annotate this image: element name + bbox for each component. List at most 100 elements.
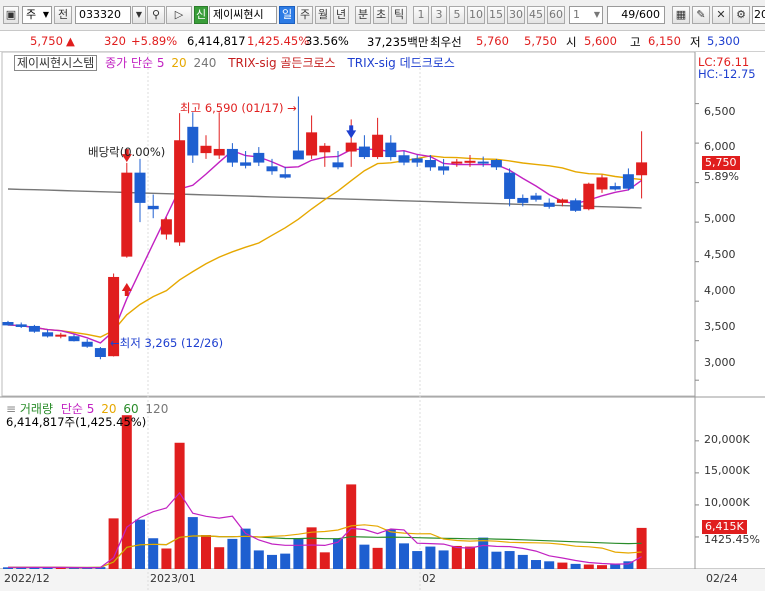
x-label-dec: 2022/12 — [4, 572, 50, 585]
settings-button[interactable]: ⚙ — [732, 6, 750, 24]
interval-5-button[interactable]: 5 — [449, 6, 465, 24]
period-type-select[interactable]: 주 ▼ — [22, 6, 52, 24]
volume-bar — [504, 551, 515, 569]
code-input[interactable]: 033320 — [75, 6, 131, 24]
volume-bar — [280, 553, 291, 569]
high-annotation: 최고 6,590 (01/17) → — [180, 100, 297, 116]
volume-bar — [610, 564, 621, 569]
candle-body — [42, 332, 54, 337]
best-ask: 5,760 — [476, 34, 509, 48]
volume-bar — [531, 560, 541, 569]
speaker-button[interactable]: ▷ — [166, 6, 192, 24]
search-button[interactable]: ⚲ — [147, 6, 165, 24]
candle-body — [240, 162, 252, 166]
candle-body — [28, 325, 40, 332]
price-legend: 제이씨현시스템 종가 단순 5 20 240 TRIX-sig 골든크로스 TR… — [14, 54, 455, 71]
dividend-annotation: 배당락(0.00%) — [88, 145, 166, 159]
candle-body — [385, 142, 397, 158]
candle-body — [464, 160, 476, 163]
candle-body — [517, 197, 529, 203]
period-week-button[interactable]: 주 — [297, 6, 313, 24]
candle-body — [94, 348, 106, 357]
candle-body — [213, 148, 225, 156]
period-year-button[interactable]: 년 — [333, 6, 349, 24]
y-tick-6000: 6,000 — [704, 140, 736, 153]
y-tick-4000: 4,000 — [704, 284, 736, 297]
candle-body — [200, 145, 212, 154]
period-day-button[interactable]: 일 — [279, 6, 295, 24]
turnover: 33.56% — [305, 34, 349, 48]
candle-body — [451, 161, 463, 164]
interval-1-button[interactable]: 1 — [413, 6, 429, 24]
volume-bar — [306, 527, 317, 569]
volume-bar — [121, 415, 132, 569]
legend-golden-cross: TRIX-sig 골든크로스 — [228, 56, 336, 70]
period-tick-button[interactable]: 틱 — [391, 6, 407, 24]
volume-bar — [214, 547, 225, 569]
up-arrow-icon: ▲ — [66, 34, 75, 48]
x-label-end: 02/24 — [706, 572, 738, 585]
current-price: 5,750 — [30, 34, 63, 48]
x-label-jan: 2023/01 — [150, 572, 196, 585]
arrow-left-icon: ← — [110, 336, 120, 350]
toolbar: ▣ 주 ▼ 전 033320 ▼ ⚲ ▷ 신 제이씨현시 일 주 월 년 분 초 … — [0, 0, 765, 31]
volume-bar — [148, 538, 159, 569]
volume-ratio: 1,425.45% — [247, 34, 310, 48]
volume-bar — [491, 551, 502, 569]
period-minute-button[interactable]: 분 — [355, 6, 371, 24]
candle-body — [160, 219, 172, 235]
count-select[interactable]: 1 ▼ — [569, 6, 603, 24]
interval-15-button[interactable]: 15 — [487, 6, 505, 24]
candle-body — [2, 322, 14, 326]
chart-area[interactable]: 제이씨현시스템 종가 단순 5 20 240 TRIX-sig 골든크로스 TR… — [0, 52, 765, 591]
candle-body — [319, 145, 331, 153]
grid-tool-button[interactable]: ▦ — [672, 6, 690, 24]
volume-bar — [227, 538, 238, 569]
volume-bar — [161, 548, 172, 569]
search-icon: ⚲ — [151, 8, 161, 21]
candle-body — [398, 155, 410, 163]
gear-icon: ⚙ — [736, 8, 746, 21]
legend-dead-cross: TRIX-sig 데드크로스 — [347, 56, 455, 70]
chevron-down-icon: ▼ — [135, 10, 143, 19]
window-icon[interactable]: ▣ — [3, 6, 19, 24]
volume-info: 6,414,817주(1,425.45%) — [6, 415, 147, 429]
volume-bar — [465, 546, 475, 569]
period-type-value: 주 — [26, 8, 37, 21]
volume-bar — [597, 565, 607, 569]
volume-bar — [399, 543, 409, 569]
chevron-down-icon: ▼ — [593, 10, 600, 19]
candle-body — [279, 174, 291, 178]
volume-bar — [583, 564, 594, 569]
code-dropdown-button[interactable]: ▼ — [132, 6, 146, 24]
ma5-line — [7, 148, 643, 344]
vol-tick-20000: 20,000K — [704, 433, 750, 446]
draw-tool-button[interactable]: ✎ — [692, 6, 710, 24]
interval-10-button[interactable]: 10 — [467, 6, 485, 24]
high-annotation-text: 최고 6,590 (01/17) — [180, 101, 284, 115]
interval-45-button[interactable]: 45 — [527, 6, 545, 24]
interval-60-button[interactable]: 60 — [547, 6, 565, 24]
price-panel-frame — [1, 52, 696, 397]
candle-body — [147, 205, 159, 210]
period-month-button[interactable]: 월 — [315, 6, 331, 24]
hc-value: HC:-12.75 — [698, 67, 756, 81]
chart-svg[interactable] — [0, 52, 765, 591]
interval-30-button[interactable]: 30 — [507, 6, 525, 24]
cross-tool-button[interactable]: ✕ — [712, 6, 730, 24]
page-counter: 49/600 — [607, 6, 665, 24]
volume-bar — [253, 550, 264, 569]
period-second-button[interactable]: 초 — [373, 6, 389, 24]
prev-button[interactable]: 전 — [54, 6, 72, 24]
candle-body — [266, 166, 278, 172]
volume-bar — [557, 562, 568, 569]
interval-3-button[interactable]: 3 — [431, 6, 447, 24]
volume-bar — [570, 563, 581, 569]
candle-body — [332, 162, 344, 168]
candle-body — [543, 202, 555, 207]
volume-bar — [438, 550, 449, 569]
volume-value: 6,414,817 — [187, 34, 246, 48]
y-tick-4500: 4,500 — [704, 248, 736, 261]
legend-ma240: 240 — [193, 56, 217, 70]
open-price: 5,600 — [584, 34, 617, 48]
